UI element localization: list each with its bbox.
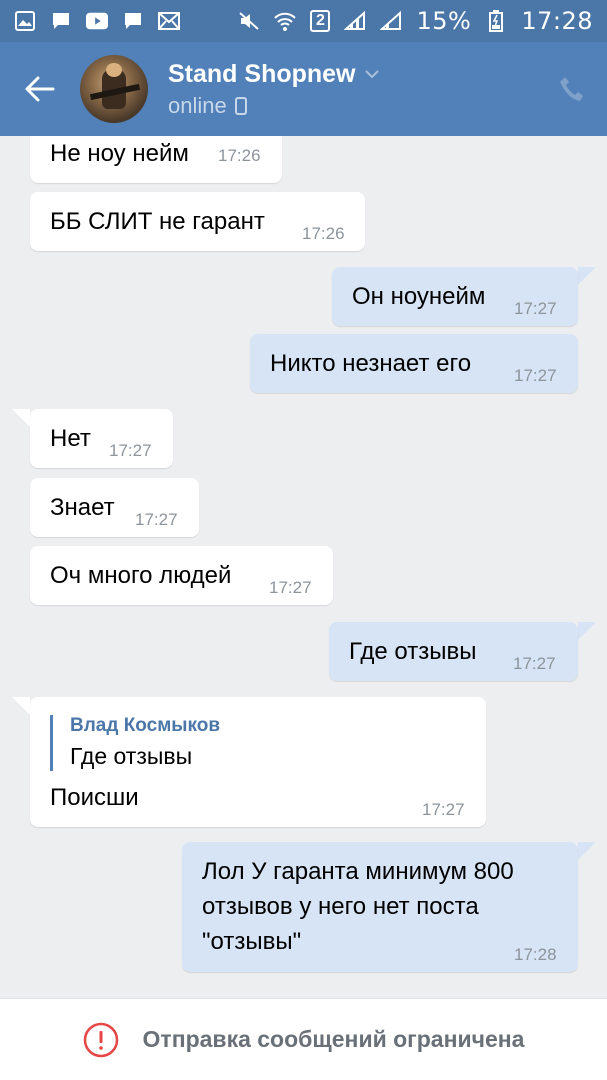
- message-outgoing[interactable]: Где отзывы 17:27: [329, 622, 578, 681]
- message-time: 17:27: [269, 578, 312, 597]
- bubble-tail: [578, 267, 596, 285]
- message-text: ББ СЛИТ не гарант: [50, 208, 265, 235]
- reply-author[interactable]: Влад Космыков: [70, 715, 220, 737]
- chat-title: Stand Shopnew: [168, 59, 356, 88]
- message-time: 17:27: [135, 510, 178, 529]
- input-restricted-bar: Отправка сообщений ограничена: [0, 998, 607, 1080]
- message-time: 17:28: [514, 945, 557, 964]
- youtube-icon: [86, 11, 108, 31]
- message-incoming[interactable]: Нет 17:27: [30, 409, 173, 468]
- message-incoming[interactable]: Знает 17:27: [30, 478, 199, 537]
- message-time: 17:27: [422, 800, 465, 819]
- avatar[interactable]: [80, 55, 148, 123]
- chevron-down-icon: [364, 70, 379, 79]
- wifi-icon: [274, 11, 297, 31]
- message-outgoing[interactable]: Он ноунейм 17:27: [332, 267, 578, 326]
- message-list[interactable]: Не ноу нейм 17:26 ББ СЛИТ не гарант 17:2…: [0, 136, 607, 998]
- online-status: online: [168, 92, 227, 118]
- message-time: 17:27: [513, 654, 556, 673]
- gallery-icon: [14, 11, 36, 31]
- message-outgoing[interactable]: Лол У гаранта минимум 800 отзывов у него…: [182, 842, 578, 972]
- message-text-line: отзывов у него нет поста: [202, 893, 479, 920]
- mail-icon: [158, 11, 180, 31]
- mobile-icon: [234, 96, 247, 115]
- sim-badge: 2: [310, 10, 331, 32]
- clock: 17:28: [521, 7, 593, 35]
- message-text-line: "отзывы": [202, 928, 302, 955]
- message-text: Не ноу нейм: [50, 140, 189, 167]
- mute-icon: [238, 11, 260, 31]
- signal-icon: [380, 11, 402, 31]
- message-outgoing[interactable]: Никто незнает его 17:27: [250, 334, 578, 393]
- message-incoming[interactable]: Не ноу нейм 17:26: [30, 136, 282, 183]
- chat-header: Stand Shopnew online: [0, 42, 607, 136]
- bubble-tail: [12, 409, 30, 427]
- phone-icon: [560, 77, 583, 101]
- signal-icon: [344, 11, 366, 31]
- battery-percent: 15%: [416, 7, 472, 35]
- back-button[interactable]: [0, 42, 80, 136]
- message-text: Поисши: [50, 784, 139, 811]
- reply-quote-bar: [50, 715, 53, 771]
- message-incoming[interactable]: Оч много людей 17:27: [30, 546, 333, 605]
- restriction-text: Отправка сообщений ограничена: [142, 1026, 525, 1052]
- warning-icon: [83, 1022, 119, 1058]
- message-incoming-reply[interactable]: Влад Космыков Где отзывы Поисши 17:27: [30, 697, 486, 827]
- message-time: 17:27: [514, 366, 557, 385]
- message-text: Где отзывы: [349, 638, 477, 665]
- chat-status: online: [168, 93, 537, 119]
- message-time: 17:26: [218, 146, 261, 165]
- message-incoming[interactable]: ББ СЛИТ не гарант 17:26: [30, 192, 365, 251]
- chat-icon: [122, 11, 144, 31]
- message-text: Никто незнает его: [270, 350, 472, 377]
- message-text: Нет: [50, 425, 91, 452]
- message-time: 17:27: [514, 299, 557, 318]
- message-time: 17:27: [109, 441, 152, 460]
- battery-icon: [485, 10, 507, 32]
- message-text-line: Лол У гаранта минимум 800: [202, 858, 514, 885]
- status-bar: 2 15% 17:28: [0, 0, 607, 42]
- back-arrow-icon: [25, 76, 55, 102]
- status-bar-system: 2 15% 17:28: [238, 7, 593, 35]
- chat-title-block[interactable]: Stand Shopnew online: [168, 60, 537, 119]
- message-text: Он ноунейм: [352, 283, 486, 310]
- message-time: 17:26: [302, 224, 345, 243]
- bubble-tail: [578, 842, 596, 860]
- message-text: Оч много людей: [50, 562, 232, 589]
- reply-text: Где отзывы: [70, 743, 193, 769]
- bubble-tail: [12, 697, 30, 715]
- bubble-tail: [578, 622, 596, 640]
- message-text: Знает: [50, 494, 115, 521]
- message-icon: [50, 11, 72, 31]
- status-bar-notifications: [14, 11, 180, 31]
- call-button[interactable]: [537, 42, 607, 136]
